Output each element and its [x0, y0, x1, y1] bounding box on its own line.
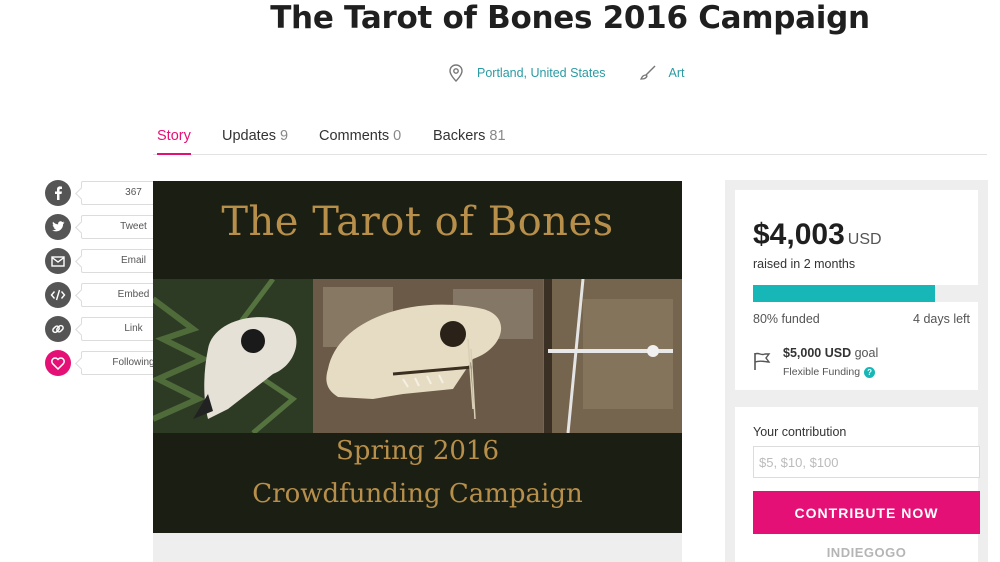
embed-icon[interactable] — [45, 282, 71, 308]
facebook-icon[interactable] — [45, 180, 71, 206]
brush-icon — [639, 65, 657, 81]
indiegogo-logo: INDIEGOGO — [826, 545, 907, 560]
location-pin-icon — [448, 64, 464, 82]
funding-card: $4,003 USD raised in 2 months 80% funded … — [735, 190, 980, 390]
tab-count: 9 — [280, 128, 289, 144]
days-left: 4 days left — [913, 312, 970, 326]
campaign-tabs: Story Updates 9 Comments 0 Backers 81 — [153, 128, 987, 155]
amount-value: $4,003 — [753, 218, 845, 251]
hero-subtitle-2: Crowdfunding Campaign — [252, 479, 583, 509]
campaign-sidebar: $4,003 USD raised in 2 months 80% funded … — [725, 180, 988, 562]
tab-label: Updates — [222, 128, 277, 144]
funding-type: Flexible Funding? — [783, 366, 876, 378]
goal-amount: $5,000 USD — [783, 346, 852, 360]
flag-icon — [753, 351, 771, 376]
goal-word: goal — [854, 346, 879, 360]
tab-label: Story — [157, 128, 191, 144]
campaign-hero-image: The Tarot of Bones Spring 2016 Crowdfund… — [153, 181, 682, 533]
link-icon[interactable] — [45, 316, 71, 342]
twitter-icon[interactable] — [45, 214, 71, 240]
help-icon[interactable]: ? — [864, 366, 876, 378]
hero-skull-illustration — [153, 279, 682, 433]
location-link[interactable]: Portland, United States — [477, 66, 606, 80]
tab-label: Comments — [319, 128, 390, 144]
tab-story[interactable]: Story — [157, 128, 191, 155]
campaign-meta: Portland, United States Art — [448, 64, 685, 82]
funding-progress-fill — [753, 285, 935, 302]
contribution-label: Your contribution — [753, 425, 847, 439]
page-title: The Tarot of Bones 2016 Campaign — [270, 0, 870, 36]
raised-duration: raised in 2 months — [753, 257, 856, 271]
tab-count: 81 — [489, 128, 506, 144]
contribution-input[interactable] — [753, 446, 980, 478]
tab-count: 0 — [393, 128, 402, 144]
tab-comments[interactable]: Comments 0 — [319, 128, 401, 155]
tab-backers[interactable]: Backers 81 — [433, 128, 506, 155]
contribute-card: Your contribution CONTRIBUTE NOW INDIEGO… — [735, 407, 980, 562]
email-icon[interactable] — [45, 248, 71, 274]
category-link[interactable]: Art — [669, 66, 685, 80]
tab-label: Backers — [433, 128, 486, 144]
funding-goal: $5,000 USD goal — [783, 346, 878, 360]
tab-updates[interactable]: Updates 9 — [222, 128, 288, 155]
hero-subtitle-1: Spring 2016 — [335, 436, 500, 466]
funding-type-label: Flexible Funding — [783, 366, 861, 378]
funding-progress-bar — [753, 285, 980, 302]
currency-label: USD — [847, 231, 882, 248]
funded-percent: 80% funded — [753, 312, 820, 326]
hero-title: The Tarot of Bones — [221, 199, 614, 245]
contribute-now-button[interactable]: CONTRIBUTE NOW — [753, 491, 980, 534]
story-content-area — [153, 533, 682, 562]
heart-icon[interactable] — [45, 350, 71, 376]
amount-raised: $4,003 USD — [753, 218, 882, 252]
